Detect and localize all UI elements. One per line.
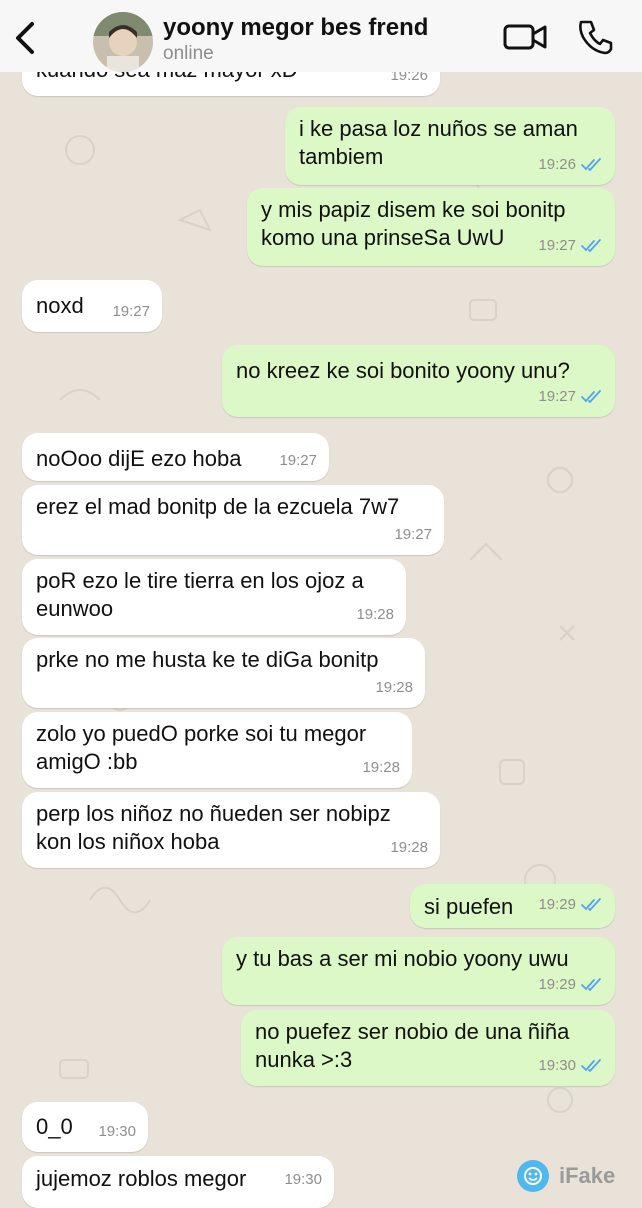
video-call-icon[interactable] bbox=[502, 20, 548, 54]
message-text: y mis papiz disem ke soi bonitp komo una… bbox=[261, 197, 566, 250]
message-bubble[interactable]: no kreez ke soi bonito yoony unu? 19:27 bbox=[222, 345, 615, 417]
message-text: poR ezo le tire tierra en los ojoz a eun… bbox=[36, 568, 364, 621]
message-bubble[interactable]: si puefen 19:29 bbox=[410, 884, 615, 928]
read-ticks-icon bbox=[581, 390, 601, 404]
message-time: 19:28 bbox=[362, 759, 400, 776]
message-text: perp los niñoz no ñueden ser nobipz kon … bbox=[36, 801, 391, 854]
message-bubble[interactable]: prke no me husta ke te diGa bonitp 19:28 bbox=[22, 638, 425, 708]
ifake-watermark: iFake bbox=[517, 1160, 615, 1192]
message-bubble[interactable]: y mis papiz disem ke soi bonitp komo una… bbox=[247, 188, 615, 266]
message-meta: 19:27 bbox=[112, 298, 150, 326]
message-time: 19:28 bbox=[356, 606, 394, 623]
message-time: 19:29 bbox=[538, 976, 576, 993]
message-time: 19:27 bbox=[394, 526, 432, 543]
message-meta: 19:30 bbox=[538, 1052, 603, 1080]
message-meta: 19:27 bbox=[538, 232, 603, 260]
message-time: 19:27 bbox=[279, 452, 317, 469]
message-time: 19:27 bbox=[538, 237, 576, 254]
message-bubble[interactable]: poR ezo le tire tierra en los ojoz a eun… bbox=[22, 559, 406, 635]
message-bubble[interactable]: jujemoz roblos megor 19:30 bbox=[22, 1156, 334, 1208]
message-time: 19:27 bbox=[112, 303, 150, 320]
chat-header: yoony megor bes frend online bbox=[0, 0, 642, 72]
read-ticks-icon bbox=[581, 898, 601, 912]
message-text: noOoo dijE ezo hoba bbox=[36, 446, 242, 471]
message-time: 19:26 bbox=[538, 156, 576, 173]
contact-status: online bbox=[163, 43, 214, 64]
message-meta: 19:27 bbox=[279, 447, 317, 475]
message-meta: 19:27 bbox=[538, 383, 603, 411]
message-bubble[interactable]: noxd 19:27 bbox=[22, 280, 162, 332]
message-time: 19:30 bbox=[98, 1123, 136, 1140]
message-meta: 19:28 bbox=[375, 674, 413, 702]
message-text: jujemoz roblos megor bbox=[36, 1166, 247, 1191]
message-meta: 19:29 bbox=[538, 891, 603, 919]
message-text: 0_0 bbox=[36, 1114, 73, 1139]
read-ticks-icon bbox=[581, 239, 601, 253]
message-meta: 19:30 bbox=[284, 1166, 322, 1194]
message-time: 19:29 bbox=[538, 896, 576, 913]
message-bubble[interactable]: noOoo dijE ezo hoba 19:27 bbox=[22, 433, 329, 481]
message-text: zolo yo puedO porke soi tu megor amigO :… bbox=[36, 721, 367, 774]
contact-name[interactable]: yoony megor bes frend bbox=[163, 14, 428, 42]
message-meta: 19:30 bbox=[98, 1118, 136, 1146]
message-meta: 19:27 bbox=[394, 521, 432, 549]
message-bubble[interactable]: 0_0 19:30 bbox=[22, 1102, 148, 1152]
message-text: prke no me husta ke te diGa bonitp bbox=[36, 647, 379, 672]
message-time: 19:30 bbox=[284, 1171, 322, 1188]
message-time: 19:28 bbox=[390, 839, 428, 856]
message-text: noxd bbox=[36, 293, 84, 318]
message-meta: 19:28 bbox=[362, 754, 400, 782]
message-text: no kreez ke soi bonito yoony unu? bbox=[236, 358, 570, 383]
message-bubble[interactable]: no puefez ser nobio de una ñiña nunka >:… bbox=[241, 1010, 615, 1086]
message-text: y tu bas a ser mi nobio yoony uwu bbox=[236, 946, 569, 971]
message-meta: 19:28 bbox=[356, 601, 394, 629]
message-text: si puefen bbox=[424, 894, 514, 919]
message-bubble[interactable]: zolo yo puedO porke soi tu megor amigO :… bbox=[22, 712, 412, 788]
message-meta: 19:29 bbox=[538, 971, 603, 999]
message-text: erez el mad bonitp de la ezcuela 7w7 bbox=[36, 494, 400, 519]
message-time: 19:27 bbox=[538, 388, 576, 405]
watermark-text: iFake bbox=[559, 1163, 616, 1188]
ifake-logo-icon bbox=[517, 1160, 549, 1192]
message-bubble[interactable]: erez el mad bonitp de la ezcuela 7w7 19:… bbox=[22, 485, 444, 555]
phone-icon[interactable] bbox=[575, 17, 615, 57]
back-chevron-icon[interactable] bbox=[10, 18, 40, 58]
avatar[interactable] bbox=[93, 12, 153, 72]
message-meta: 19:26 bbox=[538, 151, 603, 179]
message-text: no puefez ser nobio de una ñiña nunka >:… bbox=[255, 1019, 570, 1072]
read-ticks-icon bbox=[581, 978, 601, 992]
read-ticks-icon bbox=[581, 1059, 601, 1073]
message-bubble[interactable]: i ke pasa loz nuños se aman tambiem 19:2… bbox=[285, 107, 615, 185]
message-bubble[interactable]: perp los niñoz no ñueden ser nobipz kon … bbox=[22, 792, 440, 868]
message-meta: 19:28 bbox=[390, 834, 428, 862]
message-bubble[interactable]: y tu bas a ser mi nobio yoony uwu 19:29 bbox=[222, 937, 615, 1005]
message-time: 19:30 bbox=[538, 1057, 576, 1074]
message-text: i ke pasa loz nuños se aman tambiem bbox=[299, 116, 578, 169]
message-time: 19:28 bbox=[375, 679, 413, 696]
read-ticks-icon bbox=[581, 158, 601, 172]
